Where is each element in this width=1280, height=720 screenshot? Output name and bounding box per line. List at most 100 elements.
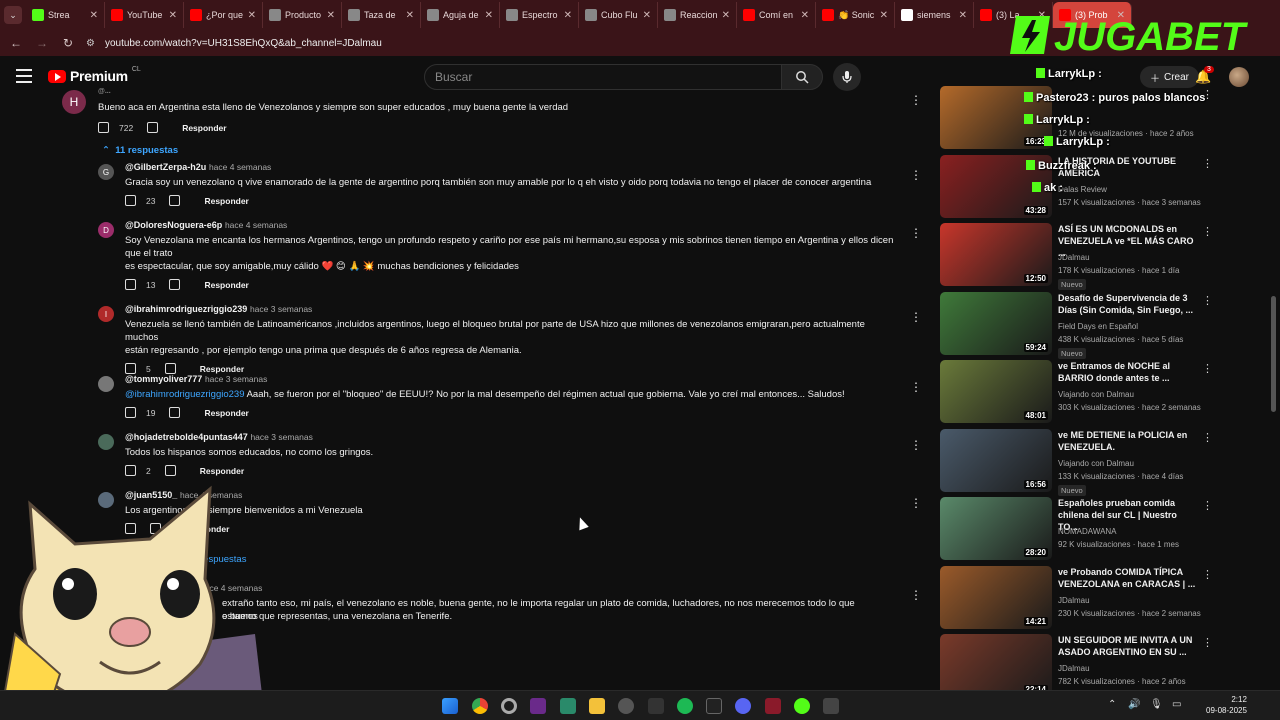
voice-search-button[interactable] xyxy=(833,63,861,91)
reply-avatar[interactable]: I xyxy=(98,306,114,322)
dislike-icon[interactable] xyxy=(169,279,181,290)
close-tab-icon[interactable]: ✕ xyxy=(801,10,809,21)
video-thumbnail[interactable]: 22:14 xyxy=(940,634,1052,697)
close-tab-icon[interactable]: ✕ xyxy=(485,10,493,21)
app-icon[interactable] xyxy=(560,698,576,714)
comment-author[interactable]: @ibrahimrodriguezriggio239 xyxy=(125,304,247,314)
video-options-icon[interactable]: ⋮ xyxy=(1202,568,1213,581)
more-options-icon[interactable]: ⋮ xyxy=(910,496,922,510)
browser-tab[interactable]: Taza de ✕ xyxy=(342,2,421,28)
close-tab-icon[interactable]: ✕ xyxy=(406,10,414,21)
close-tab-icon[interactable]: ✕ xyxy=(169,10,177,21)
video-options-icon[interactable]: ⋮ xyxy=(1202,157,1213,170)
back-icon[interactable]: ← xyxy=(8,36,24,50)
browser-tab[interactable]: Cubo Flu ✕ xyxy=(579,2,658,28)
site-info-icon[interactable]: ⚙ xyxy=(86,38,95,49)
video-channel[interactable]: NOMADAWANA xyxy=(1058,527,1117,536)
reply-button[interactable]: Responder xyxy=(200,466,244,476)
comment-avatar[interactable]: H xyxy=(62,90,86,114)
discord-icon[interactable] xyxy=(735,698,751,714)
comment-author[interactable]: @hojadetrebolde4puntas447 xyxy=(125,432,248,442)
like-icon[interactable] xyxy=(98,122,109,133)
menu-icon[interactable] xyxy=(16,69,32,83)
url-text[interactable]: youtube.com/watch?v=UH31S8EhQxQ&ab_chann… xyxy=(105,38,382,49)
more-options-icon[interactable]: ⋮ xyxy=(910,226,922,240)
recommended-video[interactable]: 14:21 ve Probando COMIDA TÍPICA VENEZOLAN… xyxy=(940,565,1213,630)
video-options-icon[interactable]: ⋮ xyxy=(1202,499,1213,512)
reload-icon[interactable]: ↻ xyxy=(60,36,76,50)
recommended-video[interactable]: 16:56 ve ME DETIENE la POLICIA en VENEZUE… xyxy=(940,428,1213,496)
recommended-video[interactable]: 48:01 ve Entramos de NOCHE al BARRIO dond… xyxy=(940,360,1213,424)
close-tab-icon[interactable]: ✕ xyxy=(327,10,335,21)
file-explorer-icon[interactable] xyxy=(589,698,605,714)
app-icon[interactable] xyxy=(648,698,664,714)
video-options-icon[interactable]: ⋮ xyxy=(1202,636,1213,649)
like-icon[interactable] xyxy=(125,195,136,206)
video-channel[interactable]: JDalmau xyxy=(1058,596,1090,605)
browser-tab[interactable]: Comí en ✕ xyxy=(737,2,816,28)
comment-author[interactable]: @tommyoliver777 xyxy=(125,374,202,384)
like-icon[interactable] xyxy=(125,407,136,418)
calculator-icon[interactable] xyxy=(823,698,839,714)
comment-author[interactable]: @DoloresNoguera-e6p xyxy=(125,220,222,230)
app-icon[interactable] xyxy=(706,698,722,714)
reply-avatar[interactable] xyxy=(98,376,114,392)
dislike-icon[interactable] xyxy=(164,363,176,374)
spotify-icon[interactable] xyxy=(677,698,693,714)
windows-start-icon[interactable] xyxy=(442,698,458,714)
dislike-icon[interactable] xyxy=(169,407,181,418)
video-title[interactable]: ve Entramos de NOCHE al BARRIO donde ant… xyxy=(1058,360,1198,384)
video-thumbnail[interactable]: 59:24 xyxy=(940,291,1052,355)
recommended-video[interactable]: 12:50 ASÍ ES UN MCDONALDS en VENEZUELA ve… xyxy=(940,223,1213,290)
video-title[interactable]: ve Probando COMIDA TÍPICA VENEZOLANA en … xyxy=(1058,566,1198,590)
dislike-icon[interactable] xyxy=(169,195,181,206)
youtube-logo[interactable]: Premium CL xyxy=(48,66,141,84)
dislike-icon[interactable] xyxy=(147,122,159,133)
reply-avatar[interactable]: G xyxy=(98,164,114,180)
close-tab-icon[interactable]: ✕ xyxy=(564,10,572,21)
more-options-icon[interactable]: ⋮ xyxy=(910,588,922,602)
comment-author[interactable]: @GilbertZerpa-h2u xyxy=(125,162,206,172)
recommended-video[interactable]: 28:20 Españoles prueban comida chilena de… xyxy=(940,497,1213,561)
video-title[interactable]: ve ME DETIENE la POLICIA en VENEZUELA. xyxy=(1058,429,1198,453)
video-thumbnail[interactable]: 14:21 xyxy=(940,565,1052,629)
more-options-icon[interactable]: ⋮ xyxy=(910,168,922,182)
video-thumbnail[interactable]: 28:20 xyxy=(940,497,1052,560)
video-title[interactable]: Desafío de Supervivencia de 3 Días (Sin … xyxy=(1058,292,1198,316)
close-tab-icon[interactable]: ✕ xyxy=(880,10,888,21)
comment-mention[interactable]: @ibrahimrodriguezriggio239 xyxy=(125,389,244,400)
video-thumbnail[interactable]: 48:01 xyxy=(940,360,1052,423)
more-options-icon[interactable]: ⋮ xyxy=(910,438,922,452)
system-clock[interactable]: 2:12 09-08-2025 xyxy=(1206,694,1247,716)
reply-button[interactable]: Responder xyxy=(200,364,244,374)
video-channel[interactable]: JDalmau xyxy=(1058,253,1090,262)
app-icon[interactable] xyxy=(501,698,517,714)
video-options-icon[interactable]: ⋮ xyxy=(1202,225,1213,238)
account-avatar[interactable] xyxy=(1229,67,1249,87)
close-tab-icon[interactable]: ✕ xyxy=(90,10,98,21)
app-icon[interactable] xyxy=(618,698,634,714)
replies-toggle[interactable]: ⌃ 11 respuestas xyxy=(102,145,178,156)
video-options-icon[interactable]: ⋮ xyxy=(1202,362,1213,375)
tab-search-icon[interactable]: ⌄ xyxy=(4,6,22,24)
recommended-video[interactable]: 59:24 Desafío de Supervivencia de 3 Días … xyxy=(940,291,1213,359)
video-options-icon[interactable]: ⋮ xyxy=(1202,431,1213,444)
browser-tab[interactable]: Producto ✕ xyxy=(263,2,342,28)
reply-button[interactable]: Responder xyxy=(204,408,248,418)
page-scrollbar[interactable] xyxy=(1271,296,1276,412)
like-icon[interactable] xyxy=(125,363,136,374)
search-button[interactable] xyxy=(781,64,823,90)
reply-button[interactable]: Responder xyxy=(204,196,248,206)
browser-tab[interactable]: Aguja de ✕ xyxy=(421,2,500,28)
browser-tab[interactable]: 👏 Sonic ✕ xyxy=(816,2,895,28)
video-channel[interactable]: Viajando con Dalmau xyxy=(1058,390,1134,399)
close-tab-icon[interactable]: ✕ xyxy=(643,10,651,21)
browser-tab[interactable]: siemens ✕ xyxy=(895,2,974,28)
more-options-icon[interactable]: ⋮ xyxy=(910,310,922,324)
close-tab-icon[interactable]: ✕ xyxy=(722,10,730,21)
video-channel[interactable]: Viajando con Dalmau xyxy=(1058,459,1134,468)
reply-avatar[interactable]: D xyxy=(98,222,114,238)
app-icon[interactable] xyxy=(530,698,546,714)
video-thumbnail[interactable]: 12:50 xyxy=(940,223,1052,286)
video-title[interactable]: UN SEGUIDOR ME INVITA A UN ASADO ARGENTI… xyxy=(1058,634,1198,658)
